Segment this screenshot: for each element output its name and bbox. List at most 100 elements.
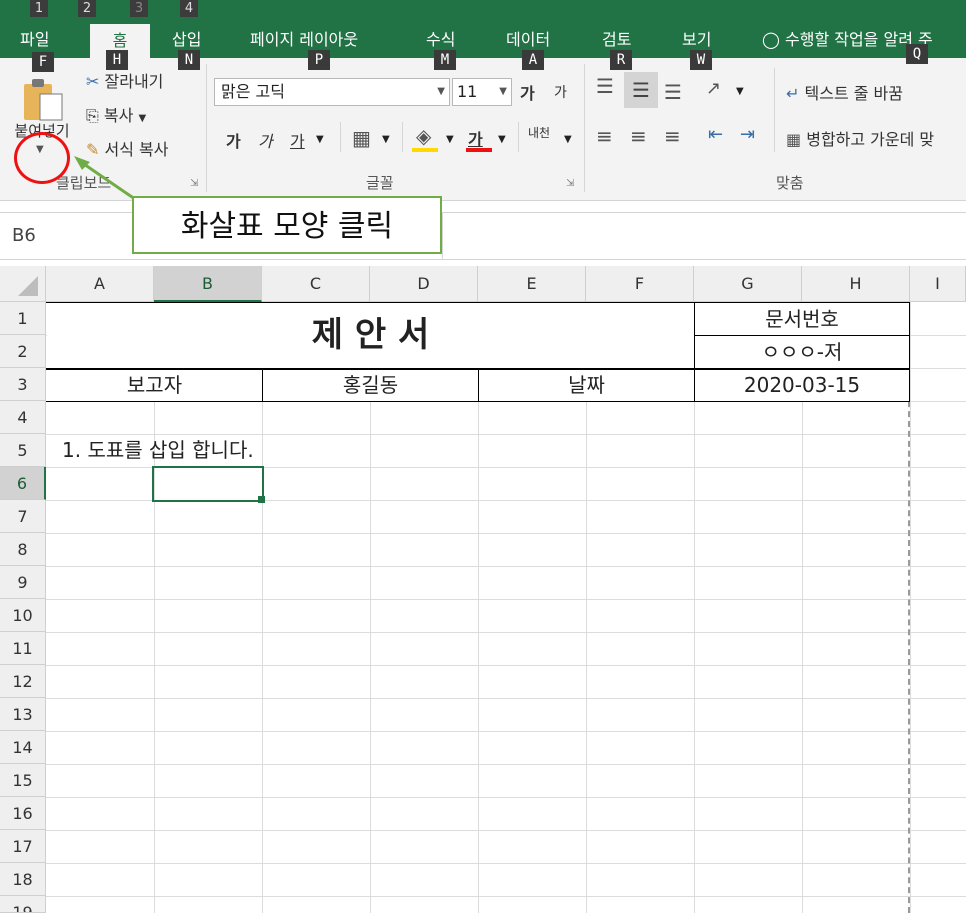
- chevron-down-icon[interactable]: ▼: [316, 134, 324, 145]
- dialog-launcher-icon[interactable]: ⇲: [566, 178, 574, 189]
- cell-title-merged[interactable]: 제 안 서: [47, 303, 694, 368]
- orientation-icon[interactable]: ↗: [706, 78, 721, 99]
- row-header-15[interactable]: 15: [0, 764, 46, 797]
- chevron-down-icon[interactable]: ▼: [446, 134, 454, 145]
- border: [909, 302, 910, 401]
- decrease-indent-icon[interactable]: ⇤: [708, 124, 723, 145]
- align-bottom-icon[interactable]: ☰: [664, 80, 682, 104]
- select-all-corner[interactable]: [0, 266, 46, 302]
- gridline-horizontal: [46, 830, 966, 831]
- qat-keytip-2: 2: [78, 0, 96, 17]
- group-label-font: 글꼴: [366, 174, 394, 192]
- row-header-11[interactable]: 11: [0, 632, 46, 665]
- row-header-4[interactable]: 4: [0, 401, 46, 434]
- column-header-d[interactable]: D: [370, 266, 478, 302]
- row-header-14[interactable]: 14: [0, 731, 46, 764]
- row-header-7[interactable]: 7: [0, 500, 46, 533]
- chevron-down-icon[interactable]: ▼: [498, 134, 506, 145]
- cut-button[interactable]: ✂ 잘라내기: [86, 68, 163, 92]
- font-name-value: 맑은 고딕: [221, 82, 285, 101]
- active-cell-b6[interactable]: [152, 466, 264, 502]
- font-size-select[interactable]: 11 ▼: [452, 78, 512, 106]
- border-icon[interactable]: ▦: [352, 126, 371, 150]
- chevron-down-icon[interactable]: ▼: [382, 134, 390, 145]
- cell-doc-number-label[interactable]: 문서번호: [695, 303, 909, 335]
- align-top-icon[interactable]: ☰: [596, 74, 614, 98]
- tab-formulas[interactable]: 수식: [426, 28, 455, 52]
- row-header-5[interactable]: 5: [0, 434, 46, 467]
- cell-date-label[interactable]: 날짜: [479, 370, 694, 401]
- row-header-13[interactable]: 13: [0, 698, 46, 731]
- tab-file[interactable]: 파일: [20, 28, 49, 52]
- copy-button[interactable]: ⎘ 복사 ▼: [86, 102, 146, 126]
- tab-view[interactable]: 보기: [682, 28, 711, 52]
- column-header-b[interactable]: B: [154, 266, 262, 302]
- cell-doc-number-value[interactable]: ㅇㅇㅇ-저: [695, 336, 909, 368]
- group-separator: [206, 64, 207, 192]
- row-header-6[interactable]: 6: [0, 467, 46, 500]
- cut-label: 잘라내기: [104, 72, 164, 91]
- worksheet-grid[interactable]: A B C D E F G H I 1 2 3 4 5 6 7 8 9 10 1…: [0, 266, 966, 913]
- chevron-down-icon[interactable]: ▼: [736, 86, 744, 97]
- font-color-button[interactable]: 가: [468, 126, 483, 150]
- paste-icon[interactable]: [22, 76, 66, 122]
- decrease-font-button[interactable]: 가: [554, 82, 567, 102]
- tab-page-layout[interactable]: 페이지 레이아웃: [250, 28, 358, 52]
- column-header-a[interactable]: A: [46, 266, 154, 302]
- formula-input[interactable]: [442, 213, 966, 259]
- align-middle-button[interactable]: ☰: [624, 72, 658, 108]
- increase-font-button[interactable]: 가: [520, 80, 535, 104]
- italic-button[interactable]: 가: [258, 128, 273, 152]
- row-header-9[interactable]: 9: [0, 566, 46, 599]
- align-left-icon[interactable]: ≡: [596, 124, 613, 148]
- fill-color-swatch: [412, 148, 438, 152]
- separator: [518, 122, 519, 152]
- phonetic-button[interactable]: 내천: [528, 124, 550, 141]
- row-header-3[interactable]: 3: [0, 368, 46, 401]
- underline-button[interactable]: 가: [290, 128, 305, 152]
- column-header-i[interactable]: I: [910, 266, 966, 302]
- font-color-swatch: [466, 148, 492, 152]
- font-size-value: 11: [457, 82, 478, 101]
- tab-data[interactable]: 데이터: [506, 28, 550, 52]
- increase-indent-icon[interactable]: ⇥: [740, 124, 755, 145]
- separator: [774, 68, 775, 152]
- fill-handle[interactable]: [258, 496, 265, 503]
- wrap-text-icon: ↵: [786, 84, 800, 103]
- align-center-icon[interactable]: ≡: [630, 124, 647, 148]
- tab-insert[interactable]: 삽입: [172, 28, 201, 52]
- row-header-18[interactable]: 18: [0, 863, 46, 896]
- column-header-h[interactable]: H: [802, 266, 910, 302]
- cell-reporter-label[interactable]: 보고자: [47, 370, 262, 401]
- row-header-2[interactable]: 2: [0, 335, 46, 368]
- cell-a5[interactable]: 1. 도표를 삽입 합니다.: [62, 434, 254, 467]
- tab-review[interactable]: 검토: [602, 28, 631, 52]
- cell-reporter-value[interactable]: 홍길동: [263, 370, 478, 401]
- dialog-launcher-icon[interactable]: ⇲: [190, 178, 198, 189]
- title-bar: 1 2 3 4 파일 홈 삽입 페이지 레이아웃 수식 데이터 검토 보기 ◯ …: [0, 0, 966, 58]
- fill-color-icon[interactable]: ◈: [416, 124, 431, 148]
- row-header-16[interactable]: 16: [0, 797, 46, 830]
- row-header-1[interactable]: 1: [0, 302, 46, 335]
- column-header-e[interactable]: E: [478, 266, 586, 302]
- scissors-icon: ✂: [86, 72, 100, 91]
- row-header-8[interactable]: 8: [0, 533, 46, 566]
- column-header-f[interactable]: F: [586, 266, 694, 302]
- bold-button[interactable]: 가: [226, 128, 241, 152]
- align-right-icon[interactable]: ≡: [664, 124, 681, 148]
- row-header-17[interactable]: 17: [0, 830, 46, 863]
- column-header-g[interactable]: G: [694, 266, 802, 302]
- gridline-horizontal: [46, 797, 966, 798]
- row-header-10[interactable]: 10: [0, 599, 46, 632]
- column-header-c[interactable]: C: [262, 266, 370, 302]
- qat-keytip-3: 3: [130, 0, 148, 17]
- chevron-down-icon[interactable]: ▼: [564, 134, 572, 145]
- row-header-12[interactable]: 12: [0, 665, 46, 698]
- merge-center-button[interactable]: ▦ 병합하고 가운데 맞: [786, 126, 934, 150]
- row-header-19[interactable]: 19: [0, 896, 46, 913]
- qat-keytip-4: 4: [180, 0, 198, 17]
- cell-date-value[interactable]: 2020-03-15: [695, 370, 909, 401]
- wrap-text-button[interactable]: ↵ 텍스트 줄 바꿈: [786, 80, 903, 104]
- font-name-select[interactable]: 맑은 고딕 ▼: [214, 78, 450, 106]
- gridline-horizontal: [46, 566, 966, 567]
